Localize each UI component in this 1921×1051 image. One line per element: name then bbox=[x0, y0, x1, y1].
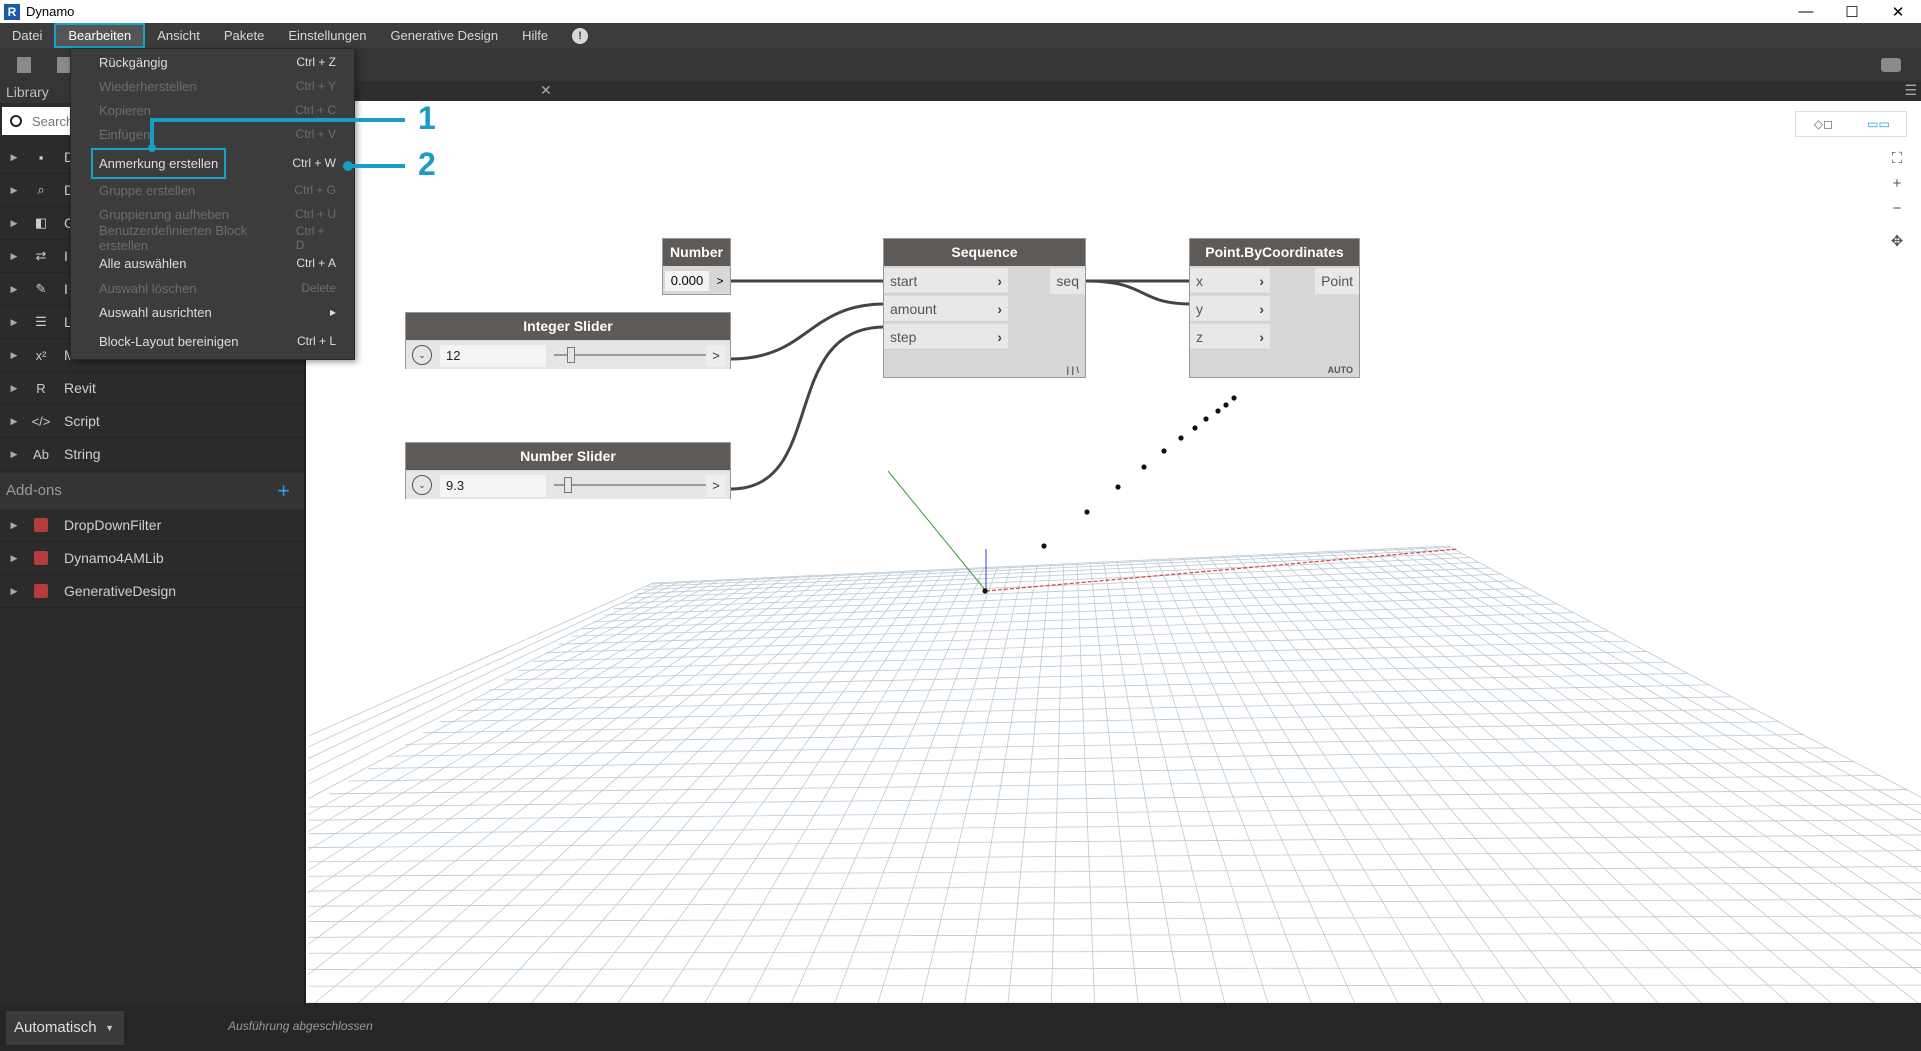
callout-2: 2 bbox=[418, 146, 436, 182]
run-mode-label: Automatisch bbox=[14, 1019, 97, 1036]
callout-1: 1 bbox=[418, 100, 436, 136]
run-mode-dropdown[interactable]: Automatisch ▼ bbox=[6, 1011, 124, 1045]
callout-lines bbox=[148, 118, 405, 171]
run-status: Ausführung abgeschlossen bbox=[228, 1019, 373, 1033]
status-bar: Automatisch ▼ Ausführung abgeschlossen bbox=[0, 1003, 1921, 1051]
chevron-down-icon: ▼ bbox=[105, 1023, 114, 1033]
